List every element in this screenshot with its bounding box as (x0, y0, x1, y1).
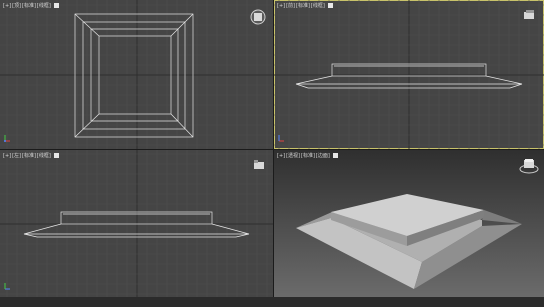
viewport-top[interactable]: [+] [顶] [标准] [线框] (0, 0, 273, 149)
viewport-toggle-icon[interactable] (332, 153, 338, 158)
viewport-menu-plus[interactable]: [+] (277, 153, 285, 159)
viewport-menu-plus[interactable]: [+] (277, 3, 285, 9)
viewport-toggle-icon[interactable] (53, 3, 59, 8)
viewcube-icon[interactable] (519, 159, 539, 174)
viewport-display-mode[interactable]: [线框] (311, 2, 325, 9)
viewport-menu-plus[interactable]: [+] (3, 153, 11, 159)
grid (0, 150, 273, 297)
viewport-display-mode[interactable]: [线框] (37, 152, 51, 159)
viewport-view-name[interactable]: [透视] (286, 152, 300, 159)
viewport-top-label[interactable]: [+] [顶] [标准] [线框] (3, 2, 59, 9)
timeline-bar[interactable] (0, 297, 544, 307)
viewport-toggle-icon[interactable] (53, 153, 59, 158)
viewport-display-mode[interactable]: [边面] (316, 152, 330, 159)
viewport-view-name[interactable]: [左] (12, 152, 21, 159)
axis-gizmo-icon (278, 135, 284, 142)
viewport-front-canvas (274, 0, 544, 149)
viewport-left-label[interactable]: [+] [左] [标准] [线框] (3, 152, 59, 159)
viewport-shading-mode[interactable]: [标准] (301, 152, 315, 159)
viewcube-icon[interactable] (524, 10, 534, 19)
viewport-left-canvas (0, 150, 273, 297)
viewport-toggle-icon[interactable] (327, 3, 333, 8)
viewport-perspective-canvas (296, 159, 539, 289)
viewport-display-mode[interactable]: [线框] (37, 2, 51, 9)
grid (274, 0, 544, 149)
viewport-perspective[interactable]: [+] [透视] [标准] [边面] (274, 150, 544, 297)
viewport-top-canvas (0, 0, 273, 149)
viewport-front-label[interactable]: [+] [前] [标准] [线框] (277, 2, 333, 9)
viewcube-icon[interactable] (250, 9, 266, 25)
tray-3d-model (296, 194, 522, 289)
viewport-shading-mode[interactable]: [标准] (296, 2, 310, 9)
viewport-shading-mode[interactable]: [标准] (22, 2, 36, 9)
viewport-perspective-label[interactable]: [+] [透视] [标准] [边面] (277, 152, 338, 159)
viewport-view-name[interactable]: [顶] (12, 2, 21, 9)
viewport-menu-plus[interactable]: [+] (3, 3, 11, 9)
viewport-front[interactable]: [+] [前] [标准] [线框] (274, 0, 544, 149)
viewport-view-name[interactable]: [前] (286, 2, 295, 9)
viewport-left[interactable]: [+] [左] [标准] [线框] (0, 150, 273, 297)
viewcube-icon[interactable] (254, 160, 264, 169)
viewport-shading-mode[interactable]: [标准] (22, 152, 36, 159)
